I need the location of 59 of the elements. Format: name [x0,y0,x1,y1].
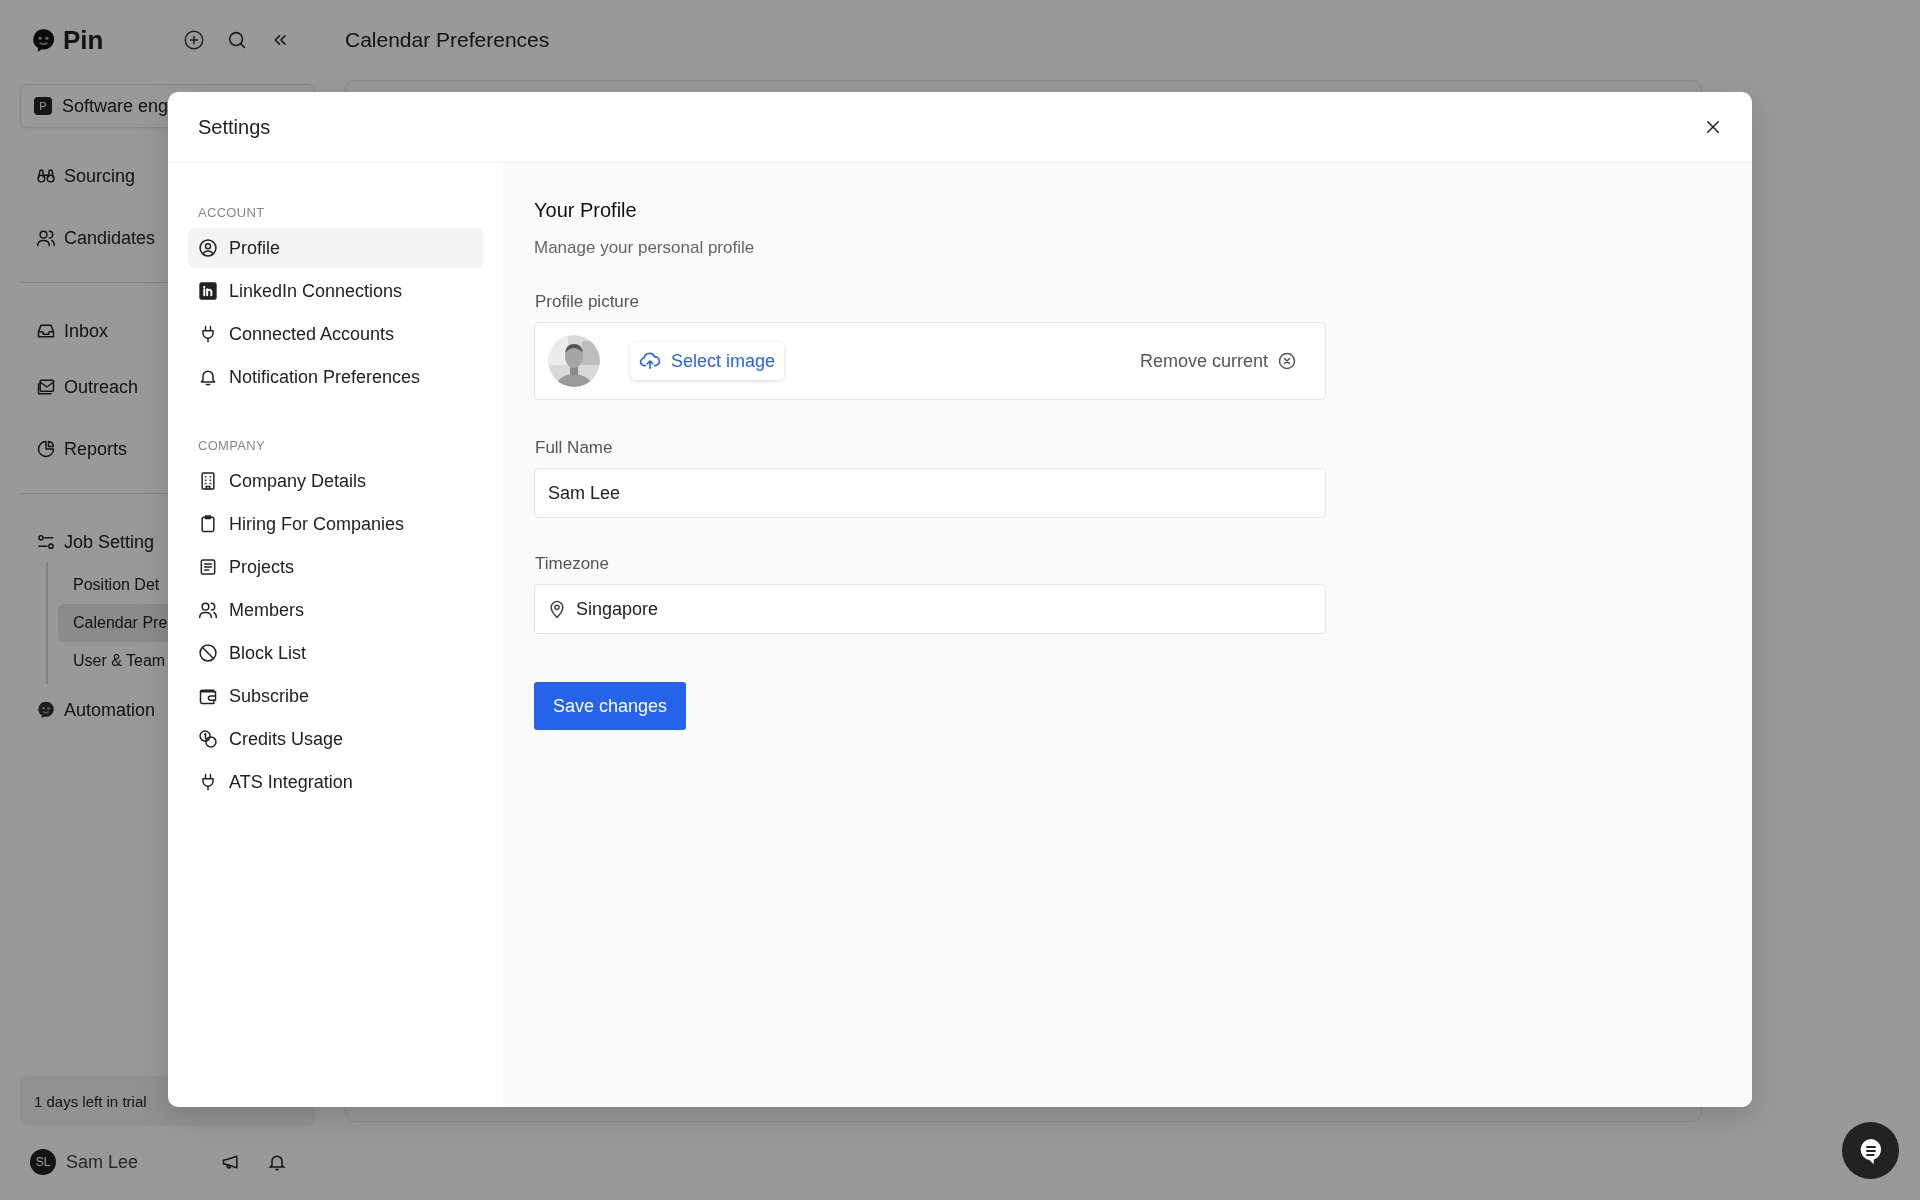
sidebar-item[interactable]: Automation [36,690,156,730]
select-image-button[interactable]: Select image [630,342,785,380]
sidebar-item[interactable]: Sourcing [36,156,136,196]
app-logo: Pin [63,24,105,56]
save-button[interactable]: Save changes [534,682,687,730]
user-name: Sam Lee [66,1151,140,1173]
page-title: Calendar Preferences [345,27,550,53]
add-icon[interactable] [183,29,205,51]
sliders-icon [36,532,56,552]
clipboard-icon [198,514,218,534]
settings-nav-item[interactable]: Projects [188,547,483,587]
megaphone-icon[interactable] [221,1152,241,1172]
sidebar-item[interactable]: Candidates [36,218,156,258]
settings-nav-item[interactable]: Credits Usage [188,719,483,759]
ban-icon [198,643,218,663]
wallet-icon [198,686,218,706]
binoculars-icon [36,166,56,186]
user-avatar[interactable]: SL [30,1149,56,1175]
settings-nav-item[interactable]: Subscribe [188,676,483,716]
settings-nav-item[interactable]: ATS Integration [188,762,483,802]
settings-nav-item[interactable]: LinkedIn Connections [188,271,483,311]
search-icon[interactable] [226,29,248,51]
coins-icon [198,729,218,749]
settings-nav-item[interactable]: Company Details [188,461,483,501]
section-heading: ACCOUNT [197,204,266,222]
trial-text: 1 days left in trial [34,1092,147,1110]
sidebar-item[interactable]: Job Setting [36,522,155,562]
linkedin-icon [198,281,218,301]
field-label: Full Name [535,438,613,458]
settings-nav-item[interactable]: Notification Preferences [188,357,483,397]
pie-chart-icon [36,439,56,459]
close-icon[interactable] [1704,118,1722,136]
list-icon [198,557,218,577]
bot-icon [36,700,56,720]
cloud-upload-icon [639,350,661,372]
field-label: Timezone [535,554,609,574]
sidebar-item[interactable]: Outreach [36,367,139,407]
users-icon [36,228,56,248]
section-title: Your Profile [534,199,637,222]
user-circle-icon [198,238,218,258]
section-subtitle: Manage your personal profile [534,238,755,258]
inbox-icon [36,321,56,341]
building-icon [198,471,218,491]
location-pin-icon [547,599,567,619]
close-circle-icon [1277,351,1297,371]
remove-current-button[interactable]: Remove current [1139,350,1297,372]
settings-nav-item[interactable]: Profile [188,228,483,268]
sidebar-item[interactable]: Inbox [36,311,109,351]
workspace-badge: P [34,97,52,115]
settings-nav-item[interactable]: Hiring For Companies [188,504,483,544]
chat-button[interactable] [1842,1122,1899,1179]
field-label: Profile picture [535,292,639,312]
sidebar-item[interactable]: Reports [36,429,128,469]
settings-nav-item[interactable]: Connected Accounts [188,314,483,354]
timezone-field[interactable]: Singapore [534,584,1326,634]
users-icon [198,600,218,620]
full-name-field[interactable]: Sam Lee [534,468,1326,518]
section-heading: COMPANY [197,437,266,455]
mail-icon [36,377,56,397]
